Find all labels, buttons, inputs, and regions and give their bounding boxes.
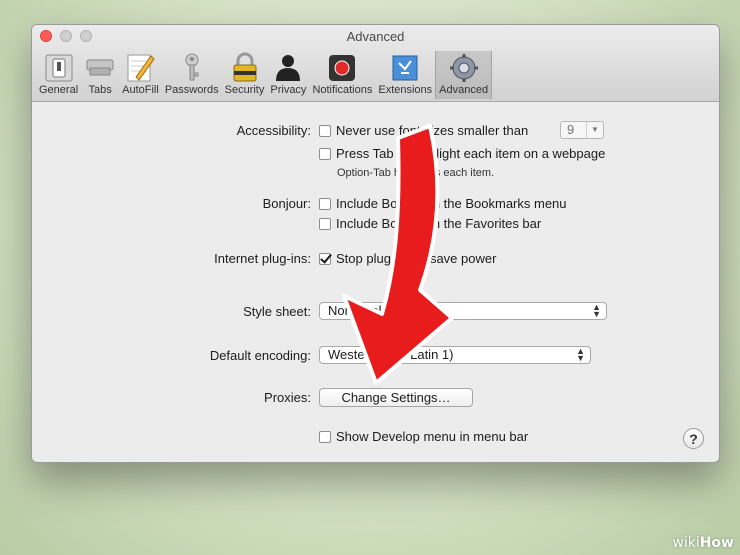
wikihow-watermark: wikiHow [672, 535, 734, 551]
watermark-suffix: How [699, 535, 734, 551]
instruction-arrow-icon [342, 124, 454, 385]
watermark-prefix: wiki [672, 535, 700, 551]
